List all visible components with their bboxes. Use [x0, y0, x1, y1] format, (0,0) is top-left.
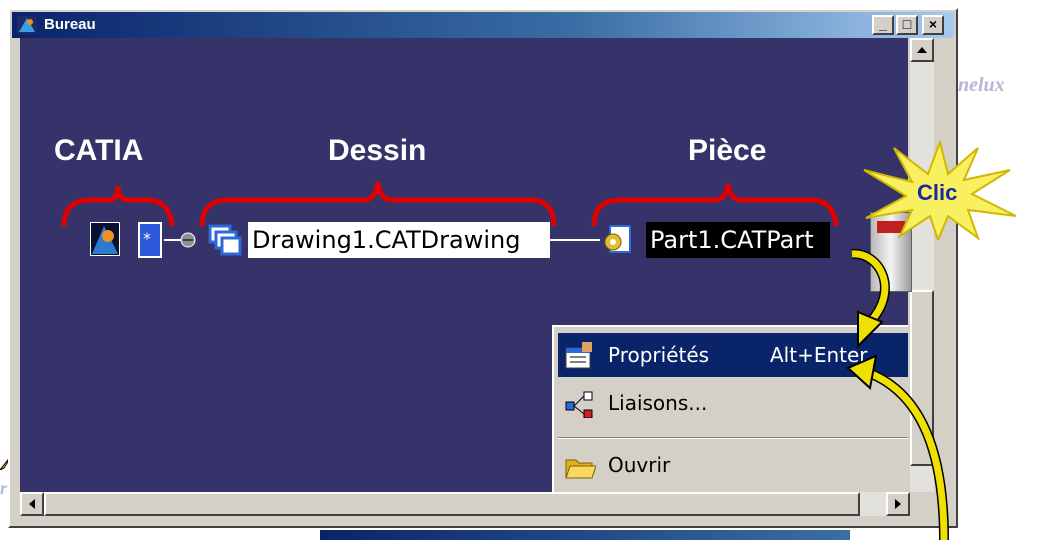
second-window-titlebar-fragment: [320, 530, 850, 540]
annotation-arrows: [846, 249, 949, 540]
